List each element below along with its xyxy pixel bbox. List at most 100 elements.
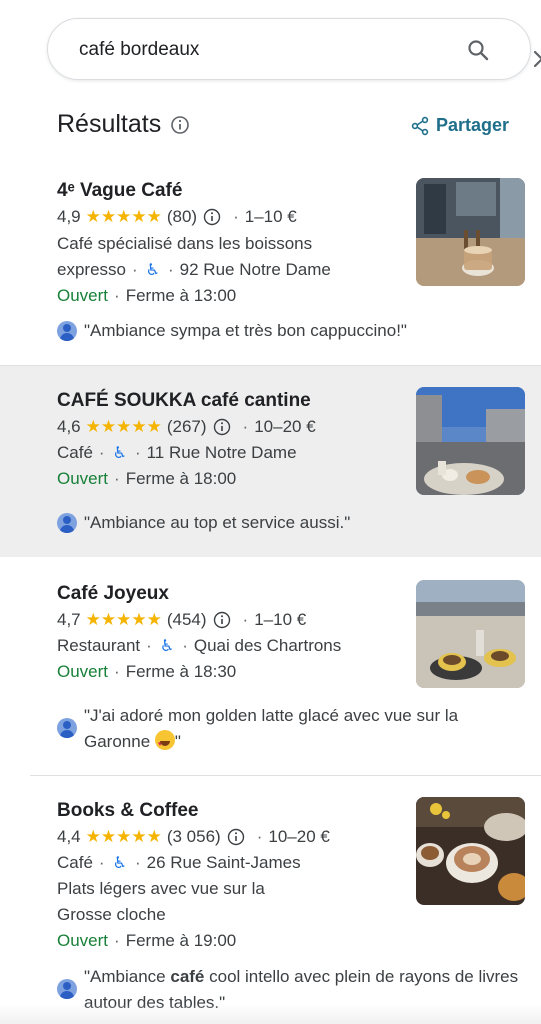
open-status: Ouvert — [57, 662, 109, 681]
avatar — [57, 718, 77, 738]
review-count[interactable]: (267) — [167, 417, 207, 437]
description: Grosse cloche — [57, 905, 166, 924]
hours-row: Ouvert · Ferme à 19:00 — [57, 931, 236, 951]
star-rating: ★★★★★ — [85, 610, 162, 629]
rating-row: 4,7 ★★★★★ (454) · 1–10 € — [57, 610, 306, 630]
result-card[interactable]: CAFÉ SOUKKA café cantine 4,6 ★★★★★ (267)… — [0, 366, 541, 557]
wheelchair-icon: ♿ — [112, 445, 127, 462]
heart-eyes-emoji-icon — [154, 730, 175, 758]
separator: · — [242, 417, 249, 436]
star-rating: ★★★★★ — [85, 207, 162, 226]
info-icon[interactable] — [203, 208, 221, 226]
separator: · — [233, 207, 239, 226]
separator: · — [146, 636, 152, 655]
rating-row: 4,9 ★★★★★ (80) · 1–10 € — [57, 207, 297, 227]
place-photo[interactable] — [416, 580, 525, 688]
result-card[interactable]: Books & Coffee 4,4 ★★★★★ (3 056) · 10–20… — [0, 776, 541, 1012]
place-photo[interactable] — [416, 797, 525, 905]
category-address-row: expresso · ♿ · 92 Rue Notre Dame — [57, 260, 331, 280]
avatar — [57, 321, 77, 341]
review-text-line2: Garonne — [84, 732, 151, 751]
star-rating: ★★★★★ — [85, 827, 162, 846]
review-text: "Ambiance au top et service aussi." — [84, 513, 351, 532]
separator: · — [114, 662, 120, 681]
info-icon[interactable] — [227, 828, 245, 846]
review-snippet: "J'ai adoré mon golden latte glacé avec … — [57, 703, 524, 758]
avatar — [57, 513, 77, 533]
review-text: "Ambiance sympa et très bon cappuccino!" — [84, 321, 407, 340]
wheelchair-icon: ♿ — [112, 855, 127, 872]
closing-time: Ferme à 13:00 — [125, 286, 237, 305]
category-address-row: Restaurant · ♿ · Quai des Chartrons — [57, 636, 341, 656]
search-icon[interactable] — [466, 38, 490, 62]
review-text: "J'ai adoré mon golden latte glacé avec … — [84, 703, 524, 758]
separator: · — [114, 931, 120, 950]
category: Café — [57, 853, 93, 872]
wheelchair-icon: ♿ — [145, 262, 160, 279]
category: expresso — [57, 260, 126, 279]
hours-row: Ouvert · Ferme à 13:00 — [57, 286, 236, 306]
price-range: 10–20 € — [254, 417, 316, 436]
result-card[interactable]: 4ᵉ Vague Café 4,9 ★★★★★ (80) · 1–10 € Ca… — [0, 160, 541, 365]
separator: · — [134, 443, 141, 462]
open-status: Ouvert — [57, 286, 109, 305]
share-button[interactable]: Partager — [410, 115, 509, 136]
price-range: 10–20 € — [268, 827, 330, 846]
open-status: Ouvert — [57, 469, 109, 488]
scroll-fade — [0, 1004, 541, 1024]
wheelchair-icon: ♿ — [159, 638, 175, 655]
description: Plats légers avec vue sur la — [57, 879, 265, 898]
avatar — [57, 979, 77, 999]
category: Café spécialisé dans les boissons — [57, 234, 313, 253]
result-card[interactable]: Café Joyeux 4,7 ★★★★★ (454) · 1–10 € Res… — [0, 557, 541, 775]
closing-time: Ferme à 19:00 — [125, 931, 237, 950]
review-snippet: "Ambiance sympa et très bon cappuccino!" — [57, 318, 524, 344]
closing-time: Ferme à 18:00 — [125, 469, 237, 488]
review-text-line1: "J'ai adoré mon golden latte glacé avec … — [84, 706, 459, 725]
review-text-highlight: café — [170, 967, 205, 986]
place-name[interactable]: CAFÉ SOUKKA café cantine — [57, 390, 311, 412]
review-text-end: " — [174, 732, 181, 751]
separator: · — [242, 610, 249, 629]
rating-value: 4,7 — [57, 610, 81, 629]
share-label: Partager — [436, 115, 510, 135]
hours-row: Ouvert · Ferme à 18:30 — [57, 662, 236, 682]
info-icon[interactable] — [213, 418, 231, 436]
search-input[interactable]: café bordeaux — [79, 39, 199, 61]
separator: · — [114, 469, 120, 488]
place-name[interactable]: Café Joyeux — [57, 583, 169, 605]
review-text-pre: "Ambiance — [84, 967, 171, 986]
address: Quai des Chartrons — [193, 636, 342, 655]
address: 26 Rue Saint-James — [146, 853, 301, 872]
separator: · — [134, 853, 141, 872]
separator: · — [182, 636, 188, 655]
rating-value: 4,6 — [57, 417, 81, 436]
hours-row: Ouvert · Ferme à 18:00 — [57, 469, 236, 489]
price-range: 1–10 € — [254, 610, 307, 629]
address: 11 Rue Notre Dame — [146, 443, 297, 462]
review-count[interactable]: (80) — [167, 207, 197, 227]
rating-value: 4,9 — [57, 207, 81, 226]
place-name[interactable]: 4ᵉ Vague Café — [57, 180, 182, 202]
info-icon[interactable] — [170, 115, 190, 135]
category: Restaurant — [57, 636, 141, 655]
review-count[interactable]: (3 056) — [167, 827, 221, 847]
place-photo[interactable] — [416, 178, 525, 286]
separator: · — [98, 853, 105, 872]
separator: · — [131, 260, 138, 279]
open-status: Ouvert — [57, 931, 109, 950]
star-rating: ★★★★★ — [85, 417, 162, 436]
review-count[interactable]: (454) — [167, 610, 207, 630]
info-icon[interactable] — [213, 611, 231, 629]
rating-row: 4,4 ★★★★★ (3 056) · 10–20 € — [57, 827, 330, 847]
search-bar[interactable]: café bordeaux — [47, 18, 541, 80]
separator: · — [168, 260, 174, 279]
separator: · — [98, 443, 105, 462]
place-photo[interactable] — [416, 387, 525, 495]
close-icon[interactable] — [531, 48, 541, 70]
page-title: Résultats — [57, 110, 162, 138]
share-icon — [411, 116, 429, 135]
price-range: 1–10 € — [244, 207, 297, 226]
separator: · — [256, 827, 263, 846]
place-name[interactable]: Books & Coffee — [57, 800, 198, 822]
